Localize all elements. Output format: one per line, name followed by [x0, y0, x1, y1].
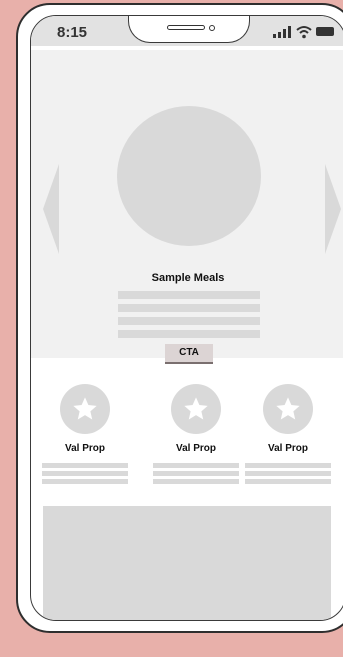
hero-image-placeholder	[117, 106, 261, 246]
value-prop-text-placeholder	[245, 463, 331, 484]
signal-icon	[273, 26, 293, 38]
text-line	[118, 330, 260, 338]
wifi-icon	[296, 26, 312, 39]
cta-button[interactable]: CTA	[165, 344, 213, 364]
notch	[128, 16, 250, 43]
text-line	[118, 304, 260, 312]
text-line	[118, 291, 260, 299]
value-prop-text-placeholder	[153, 463, 239, 484]
value-prop-1: Val Prop	[42, 384, 128, 487]
hero-carousel: Sample Meals CTA	[31, 50, 343, 364]
status-icons	[263, 26, 334, 39]
value-prop-label: Val Prop	[267, 443, 308, 454]
value-prop-text-placeholder	[42, 463, 128, 484]
star-icon	[171, 384, 221, 434]
status-time: 8:15	[57, 24, 88, 41]
hero-title: Sample Meals	[151, 272, 225, 284]
star-icon	[60, 384, 110, 434]
chevron-right-icon[interactable]	[325, 164, 341, 254]
text-line	[118, 317, 260, 325]
value-prop-3: Val Prop	[245, 384, 331, 487]
phone-screen: 8:15 Sample Meals CTA Val Prop Val Prop …	[30, 15, 343, 621]
star-icon	[263, 384, 313, 434]
value-prop-2: Val Prop	[153, 384, 239, 487]
chevron-left-icon[interactable]	[43, 164, 59, 254]
phone-frame: 8:15 Sample Meals CTA Val Prop Val Prop …	[16, 3, 343, 633]
speaker	[167, 25, 205, 30]
value-prop-label: Val Prop	[64, 443, 105, 454]
content-placeholder	[43, 506, 331, 620]
value-prop-label: Val Prop	[175, 443, 216, 454]
battery-icon	[316, 27, 334, 36]
status-bar: 8:15	[31, 16, 343, 46]
camera	[209, 25, 215, 31]
hero-text-placeholder	[118, 291, 260, 343]
